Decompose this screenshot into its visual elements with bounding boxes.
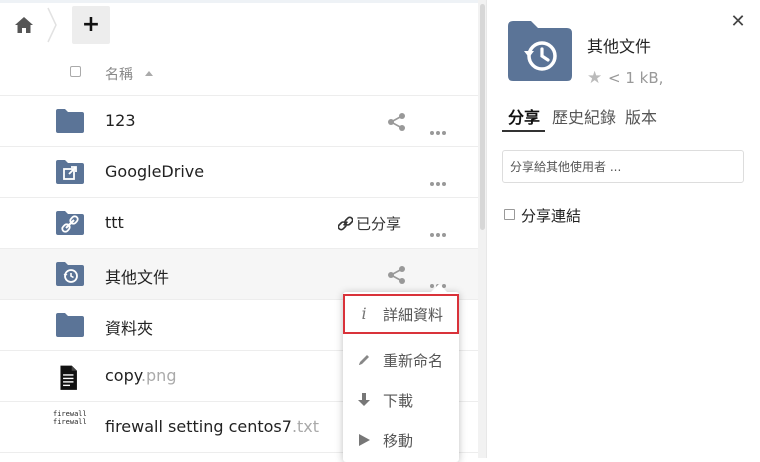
share-with-users-input[interactable] <box>502 150 744 183</box>
tab-versions[interactable]: 版本 <box>625 104 657 128</box>
star-icon[interactable]: ★ <box>587 69 602 87</box>
folder-icon <box>56 313 84 337</box>
more-options-icon[interactable] <box>430 273 452 288</box>
details-sidebar: ✕ 其他文件 ★ < 1 kB, 分享 歷史紀錄 版本 分享連結 <box>487 0 760 458</box>
breadcrumb: + <box>0 6 478 44</box>
history-folder-icon <box>56 262 84 286</box>
file-name[interactable]: 123 <box>105 111 136 130</box>
select-all-checkbox[interactable] <box>70 66 81 77</box>
file-list-scrollbar[interactable] <box>478 0 487 458</box>
file-list-panel: + 名稱 123 GoogleDrive ttt 已分享 其他文件 資料夾 co… <box>0 0 478 462</box>
download-icon <box>358 393 370 406</box>
breadcrumb-separator-icon <box>47 7 57 43</box>
file-name[interactable]: GoogleDrive <box>105 162 204 181</box>
move-icon <box>359 434 370 446</box>
history-folder-icon <box>508 21 572 81</box>
shared-status[interactable]: 已分享 <box>337 213 401 234</box>
tab-history[interactable]: 歷史紀錄 <box>552 104 616 128</box>
pencil-icon <box>359 355 369 365</box>
file-row-123[interactable]: 123 <box>0 96 478 147</box>
info-icon: i <box>361 304 367 323</box>
document-thumbnail-icon <box>60 365 77 390</box>
menu-item-rename[interactable]: 重新命名 <box>343 340 459 380</box>
file-name[interactable]: copy.png <box>105 366 176 385</box>
file-row-googledrive[interactable]: GoogleDrive <box>0 147 478 198</box>
sidebar-title: 其他文件 <box>587 37 652 56</box>
close-icon[interactable]: ✕ <box>730 13 746 31</box>
more-options-icon[interactable] <box>430 222 452 237</box>
sort-ascending-icon <box>145 71 153 76</box>
file-name[interactable]: ttt <box>105 213 124 232</box>
tab-share[interactable]: 分享 <box>508 104 540 128</box>
active-tab-indicator <box>502 130 545 132</box>
text-thumbnail-icon: firewall-cmd firewall-cmd <box>53 410 87 426</box>
column-header-name[interactable]: 名稱 <box>105 64 133 84</box>
external-folder-icon <box>56 160 84 184</box>
more-options-icon[interactable] <box>430 120 452 135</box>
menu-item-download[interactable]: 下載 <box>343 380 459 420</box>
file-name[interactable]: 其他文件 <box>105 264 169 288</box>
sidebar-tabs: 分享 歷史紀錄 版本 <box>502 104 752 132</box>
list-header: 名稱 <box>0 48 478 96</box>
file-name[interactable]: 資料夾 <box>105 315 153 339</box>
share-link-label[interactable]: 分享連結 <box>521 205 581 226</box>
share-icon[interactable] <box>387 265 407 285</box>
link-icon <box>337 216 354 231</box>
home-icon[interactable] <box>14 16 34 34</box>
file-row-ttt[interactable]: ttt 已分享 <box>0 198 478 249</box>
menu-item-move[interactable]: 移動 <box>343 420 459 460</box>
file-action-menu: i 詳細資料 重新命名 下載 移動 <box>343 284 459 462</box>
menu-item-details[interactable]: i 詳細資料 <box>343 294 459 334</box>
more-options-icon[interactable] <box>430 171 452 186</box>
share-link-checkbox[interactable] <box>504 209 515 220</box>
add-new-button[interactable]: + <box>72 6 110 44</box>
menu-arrow <box>431 284 447 292</box>
scrollbar-thumb[interactable] <box>480 4 485 230</box>
file-size: < 1 kB, <box>608 69 664 87</box>
folder-icon <box>56 109 84 133</box>
file-name[interactable]: firewall setting centos7.txt <box>105 417 319 436</box>
link-folder-icon <box>56 211 84 235</box>
share-icon[interactable] <box>387 112 407 132</box>
